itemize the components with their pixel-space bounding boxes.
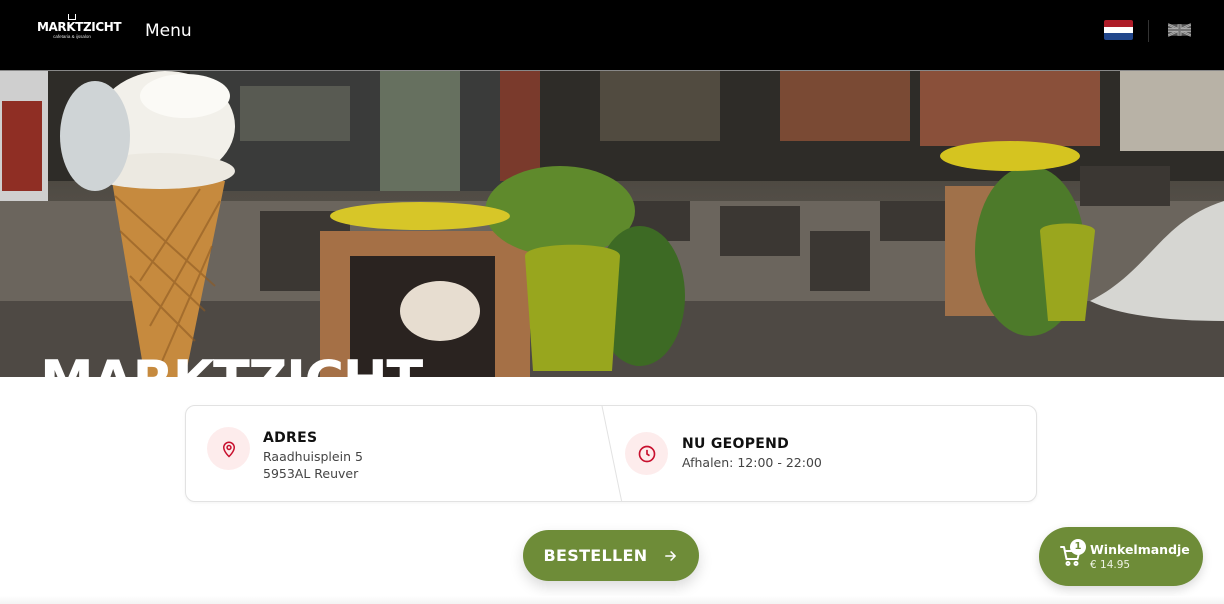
language-divider — [1148, 20, 1149, 42]
clock-icon — [638, 445, 655, 462]
arrow-right-icon — [665, 550, 677, 561]
shopping-cart-button[interactable]: 1 Winkelmandje € 14.95 — [1039, 527, 1203, 586]
address-postal-city: 5953AL Reuver — [263, 466, 359, 481]
netherlands-flag-icon — [1104, 20, 1133, 40]
address-street: Raadhuisplein 5 — [263, 449, 363, 464]
language-en-button[interactable] — [1168, 22, 1191, 38]
cart-count-badge: 1 — [1070, 539, 1086, 555]
address-heading: ADRES — [263, 430, 318, 446]
address-icon-badge — [207, 427, 250, 470]
hero-banner: MARKTZICHT — [0, 70, 1224, 377]
united-kingdom-flag-icon — [1168, 23, 1191, 37]
map-pin-icon — [222, 441, 235, 458]
terrace-photo — [0, 71, 1224, 377]
order-button[interactable]: BESTELLEN — [523, 530, 699, 581]
menu-link[interactable]: Menu — [145, 21, 192, 41]
hero-title: MARKTZICHT — [40, 351, 423, 378]
opening-status-heading: NU GEOPEND — [682, 436, 790, 452]
logo-tagline: cafetaria & ijssalon — [53, 34, 91, 39]
page-bottom-edge — [0, 596, 1224, 604]
top-navigation-bar: MARKTZICHT cafetaria & ijssalon Menu — [0, 0, 1224, 70]
crown-icon — [68, 14, 76, 20]
pickup-hours: Afhalen: 12:00 - 22:00 — [682, 455, 822, 470]
cart-total: € 14.95 — [1090, 559, 1131, 571]
cart-label: Winkelmandje — [1090, 542, 1190, 557]
hours-icon-badge — [625, 432, 668, 475]
order-button-label: BESTELLEN — [543, 546, 648, 565]
language-nl-button[interactable] — [1104, 20, 1133, 40]
marktzicht-logo[interactable]: MARKTZICHT cafetaria & ijssalon — [37, 14, 122, 46]
store-info-card: ADRES Raadhuisplein 5 5953AL Reuver NU G… — [185, 405, 1037, 502]
